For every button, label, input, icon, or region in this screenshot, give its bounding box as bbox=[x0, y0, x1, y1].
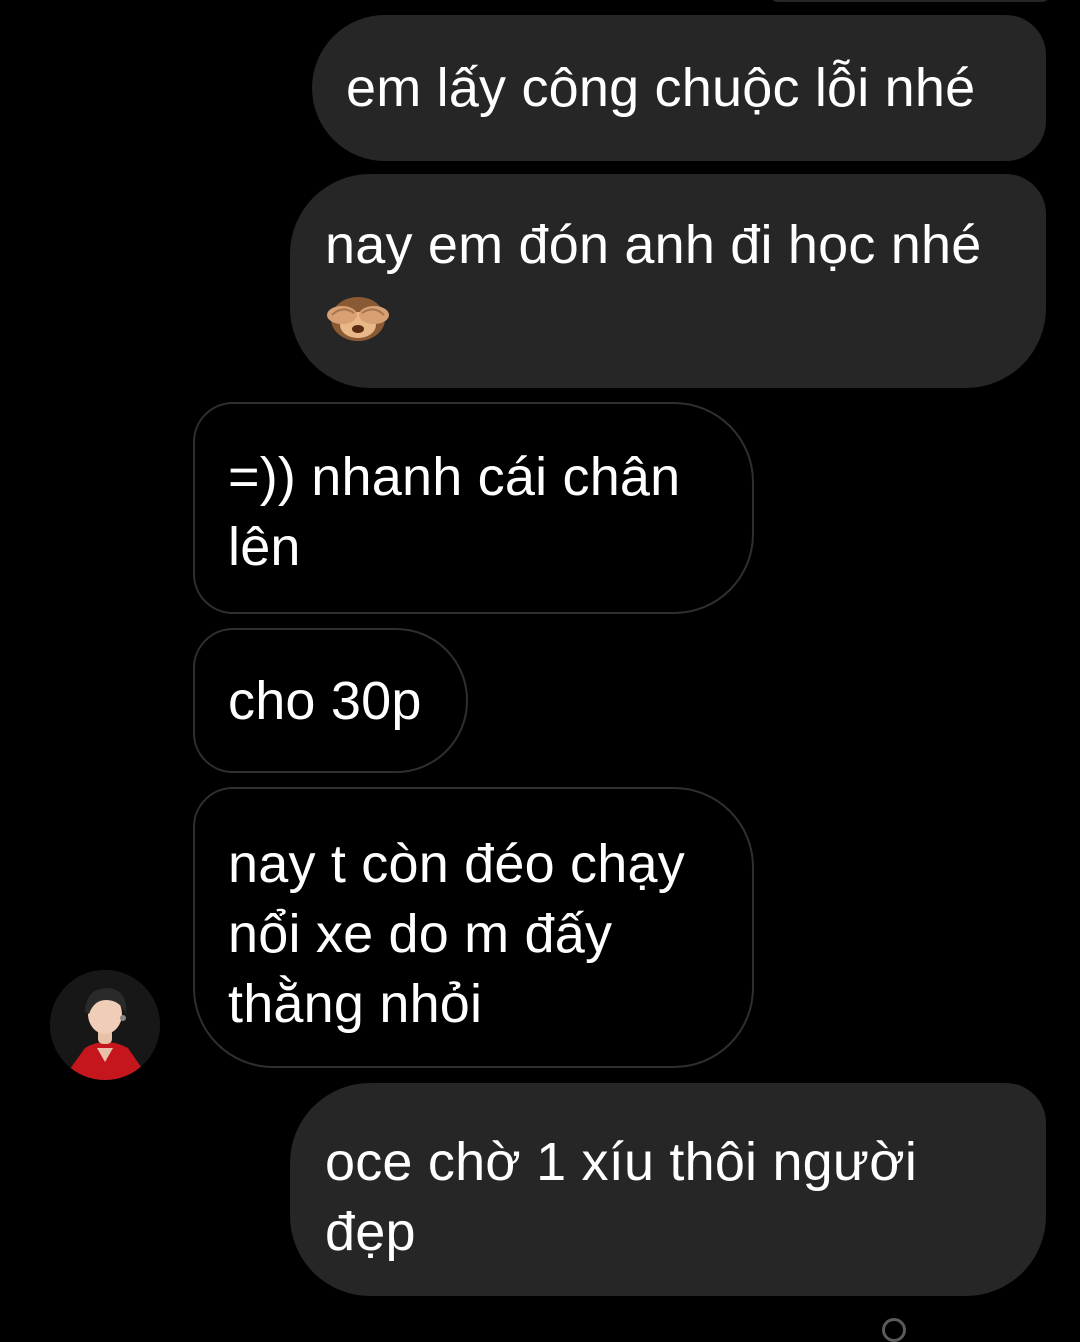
message-bubble-sent[interactable]: em lấy công chuộc lỗi nhé bbox=[312, 15, 1046, 161]
read-receipt-icon bbox=[882, 1318, 906, 1342]
see-no-evil-monkey-icon bbox=[327, 297, 389, 341]
message-text: =)) nhanh cái chân lên bbox=[228, 447, 681, 577]
contact-avatar[interactable] bbox=[50, 970, 160, 1080]
message-bubble-received[interactable]: =)) nhanh cái chân lên bbox=[193, 402, 754, 614]
message-bubble-received[interactable]: cho 30p bbox=[193, 628, 468, 773]
previous-message-bubble-edge bbox=[770, 0, 1050, 2]
message-text: nay em đón anh đi học nhé bbox=[325, 215, 982, 275]
message-bubble-sent[interactable]: nay em đón anh đi học nhé bbox=[290, 174, 1046, 388]
message-text: oce chờ 1 xíu thôi người đẹp bbox=[325, 1132, 918, 1262]
profile-photo-icon bbox=[50, 970, 160, 1080]
message-text: cho 30p bbox=[228, 671, 422, 731]
message-text: em lấy công chuộc lỗi nhé bbox=[346, 58, 976, 118]
message-text: nay t còn đéo chạy nổi xe do m đấy thằng… bbox=[228, 834, 685, 1034]
message-bubble-sent[interactable]: oce chờ 1 xíu thôi người đẹp bbox=[290, 1083, 1046, 1296]
message-bubble-received[interactable]: nay t còn đéo chạy nổi xe do m đấy thằng… bbox=[193, 787, 754, 1068]
